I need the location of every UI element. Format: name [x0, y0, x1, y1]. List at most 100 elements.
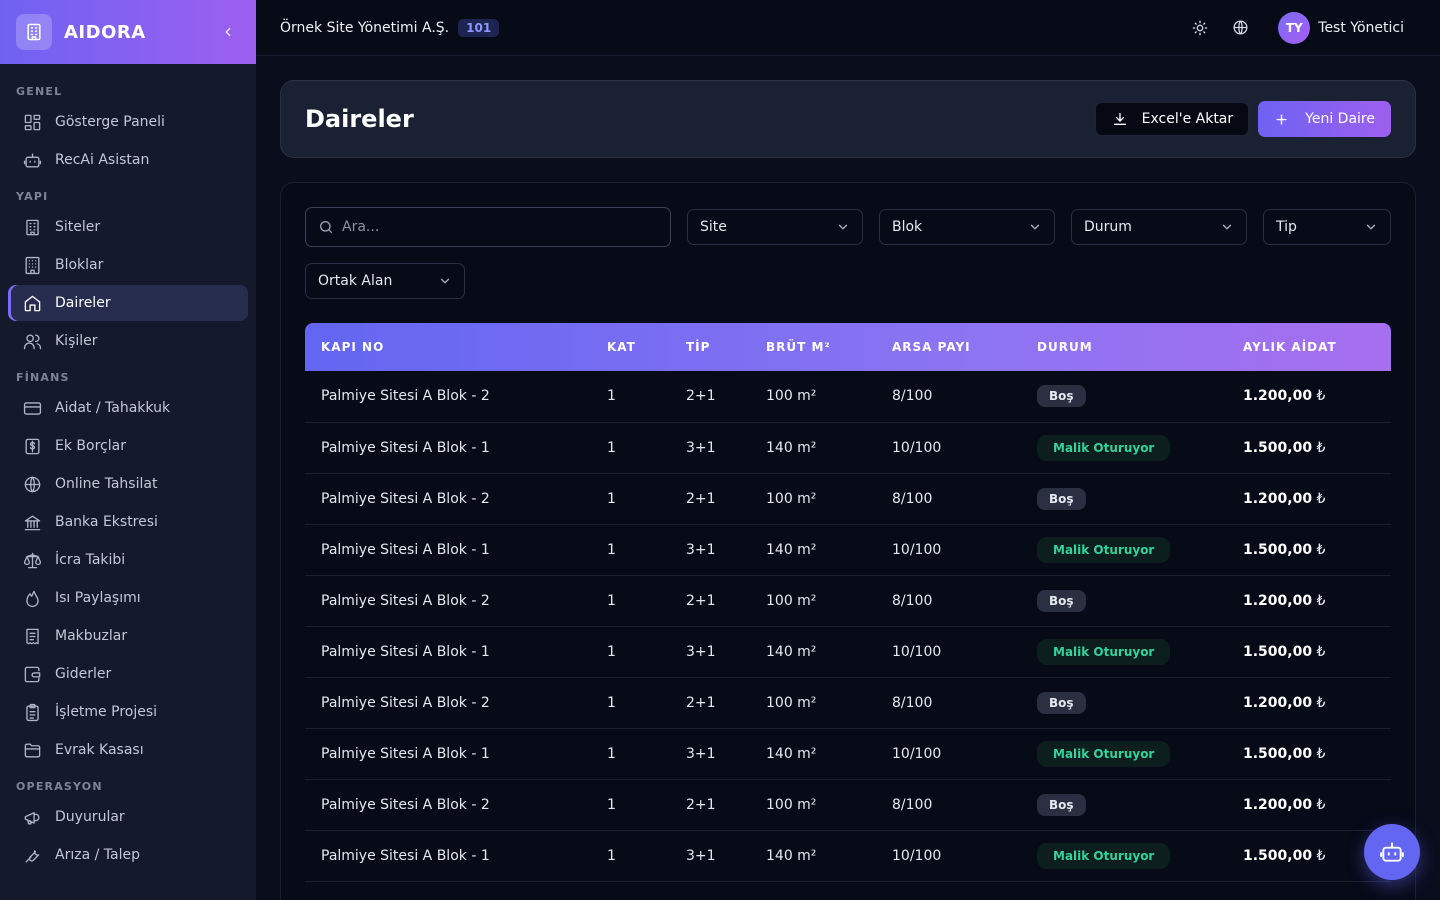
column-header[interactable]: DURUM [1021, 323, 1227, 371]
column-header[interactable]: KAT [591, 323, 670, 371]
column-header[interactable]: AYLIK AİDAT [1227, 323, 1391, 371]
column-header[interactable]: ARSA PAYI [876, 323, 1021, 371]
clipboard-icon [22, 702, 42, 722]
sidebar-item-label: RecAi Asistan [55, 152, 150, 168]
table-cell: Palmiye Sitesi A Blok - 2 [321, 388, 490, 405]
table-cell: Palmiye Sitesi A Blok - 1 [321, 643, 490, 660]
chevron-down-icon [438, 274, 452, 288]
sidebar-item-ki-iler[interactable]: Kişiler [8, 323, 248, 359]
status-badge: Malik Oturuyor [1037, 638, 1171, 665]
status-filter-select[interactable]: Durum [1071, 209, 1247, 245]
table-row[interactable]: Palmiye Sitesi A Blok - 2 1 2+1 100 m² 8/100… [305, 473, 1391, 524]
table-row[interactable]: Palmiye Sitesi A Blok - 2 1 2+1 100 m² 8/100… [305, 677, 1391, 728]
column-header[interactable]: KAPI NO [305, 323, 591, 371]
table-cell: Palmiye Sitesi A Blok - 2 [321, 490, 490, 507]
search-box[interactable] [305, 207, 671, 247]
sidebar-item-is-payla-m[interactable]: Isı Paylaşımı [8, 580, 248, 616]
table-cell: 3+1 [686, 745, 716, 762]
sidebar-item-aidat-tahakkuk[interactable]: Aidat / Tahakkuk [8, 390, 248, 426]
type-filter-value: Tip [1276, 219, 1297, 235]
globe-language-icon[interactable] [1224, 12, 1256, 44]
sidebar-item-banka-ekstresi[interactable]: Banka Ekstresi [8, 504, 248, 540]
export-excel-button[interactable]: Excel'e Aktar [1094, 102, 1250, 136]
monthly-fee-cell: 1.500,00 ₺ [1227, 626, 1391, 677]
user-menu[interactable]: TY Test Yönetici [1278, 11, 1404, 44]
status-cell: Malik Oturuyor [1021, 830, 1227, 881]
table-cell: 1 [607, 388, 616, 405]
status-badge: Malik Oturuyor [1037, 740, 1171, 767]
table-cell: 1 [607, 694, 616, 711]
sidebar-item-label: Daireler [55, 295, 111, 311]
sidebar-item-online-tahsilat[interactable]: Online Tahsilat [8, 466, 248, 502]
status-cell: Boş [1021, 779, 1227, 830]
wrench-icon [22, 845, 42, 865]
table-row[interactable]: Palmiye Sitesi A Blok - 1 1 3+1 140 m² 10/10… [305, 830, 1391, 881]
common-area-filter-select[interactable]: Ortak Alan [305, 263, 465, 299]
sidebar-item-makbuzlar[interactable]: Makbuzlar [8, 618, 248, 654]
table-cell: 8/100 [892, 592, 933, 609]
table-row[interactable]: Palmiye Sitesi A Blok - 1 1 3+1 140 m² 10/10… [305, 626, 1391, 677]
search-input[interactable] [342, 219, 642, 235]
sidebar-item-duyurular[interactable]: Duyurular [8, 799, 248, 835]
sidebar-nav: GENEL Gösterge Paneli RecAi Asistan YAPI Sit… [0, 64, 256, 873]
table-row[interactable]: Palmiye Sitesi A Blok - 2 1 2+1 100 m² 8/100… [305, 371, 1391, 422]
brand-header: AIDORA [0, 0, 256, 64]
sidebar-item-g-sterge-paneli[interactable]: Gösterge Paneli [8, 104, 248, 140]
sidebar-item-ar-za-talep[interactable]: Arıza / Talep [8, 837, 248, 873]
type-filter-select[interactable]: Tip [1263, 209, 1391, 245]
monthly-fee-cell: 1.200,00 ₺ [1227, 371, 1391, 422]
search-icon [318, 219, 334, 235]
monthly-fee-cell: 1.500,00 ₺ [1227, 422, 1391, 473]
table-cell: 1 [607, 847, 616, 864]
column-header[interactable]: BRÜT M² [750, 323, 876, 371]
table-cell: 140 m² [766, 541, 817, 558]
collapse-sidebar-icon[interactable] [216, 20, 240, 44]
table-row[interactable]: Palmiye Sitesi A Blok - 1 1 3+1 140 m² 10/10… [305, 524, 1391, 575]
new-apartment-label: Yeni Daire [1305, 111, 1375, 127]
assistant-bot-button[interactable] [1364, 824, 1420, 880]
sidebar-item-bloklar[interactable]: Bloklar [8, 247, 248, 283]
sidebar-item-label: Evrak Kasası [55, 742, 144, 758]
sidebar-item-siteler[interactable]: Siteler [8, 209, 248, 245]
sidebar-item-giderler[interactable]: Giderler [8, 656, 248, 692]
table-cell: 8/100 [892, 490, 933, 507]
block-filter-select[interactable]: Blok [879, 209, 1055, 245]
table-cell: Palmiye Sitesi A Blok - 2 [321, 796, 490, 813]
sidebar-item-label: İşletme Projesi [55, 704, 158, 720]
table-cell: 100 m² [766, 592, 817, 609]
sidebar-item-label: Ek Borçlar [55, 438, 126, 454]
sidebar-item-label: Bloklar [55, 257, 104, 273]
table-row[interactable]: Palmiye Sitesi A Blok - 1 1 3+1 140 m² 10/10… [305, 422, 1391, 473]
sidebar-item-ek-bor-lar[interactable]: Ek Borçlar [8, 428, 248, 464]
table-row[interactable]: Palmiye Sitesi A Blok - 2 1 2+1 100 m² 8/100… [305, 575, 1391, 626]
table-row[interactable]: Palmiye Sitesi A Blok - 2 1 2+1 100 m² 8/100… [305, 779, 1391, 830]
building-icon [22, 217, 42, 237]
sidebar-item-recai-asistan[interactable]: RecAi Asistan [8, 142, 248, 178]
monthly-fee-cell: 1.200,00 ₺ [1227, 677, 1391, 728]
wallet-icon [22, 664, 42, 684]
common-area-filter-value: Ortak Alan [318, 273, 393, 289]
table-cell: 100 m² [766, 694, 817, 711]
table-cell: 10/100 [892, 541, 942, 558]
chevron-down-icon [1220, 220, 1234, 234]
table-cell: 1 [607, 541, 616, 558]
table-header: KAPI NO KAT TİP BRÜT M² ARSA PAYI DURUM AYLIK … [305, 323, 1391, 371]
table-cell: 3+1 [686, 643, 716, 660]
site-filter-select[interactable]: Site [687, 209, 863, 245]
sidebar-item-daireler[interactable]: Daireler [8, 285, 248, 321]
table-row[interactable]: Palmiye Sitesi A Blok - 1 1 3+1 140 m² 10/10… [305, 728, 1391, 779]
table-cell: 8/100 [892, 796, 933, 813]
new-apartment-button[interactable]: Yeni Daire [1258, 101, 1391, 137]
organization-name: Örnek Site Yönetimi A.Ş. [280, 19, 450, 36]
table-cell: 10/100 [892, 745, 942, 762]
sidebar-item-label: Banka Ekstresi [55, 514, 158, 530]
sidebar-item-label: Siteler [55, 219, 101, 235]
currency-symbol: ₺ [1316, 694, 1326, 711]
sidebar-item-i-cra-takibi[interactable]: İcra Takibi [8, 542, 248, 578]
sidebar-item-i-letme-projesi[interactable]: İşletme Projesi [8, 694, 248, 730]
sidebar-item-evrak-kasas[interactable]: Evrak Kasası [8, 732, 248, 768]
sun-icon[interactable] [1184, 12, 1216, 44]
brand-name: AIDORA [64, 21, 146, 43]
status-badge: Malik Oturuyor [1037, 842, 1171, 869]
column-header[interactable]: TİP [670, 323, 750, 371]
